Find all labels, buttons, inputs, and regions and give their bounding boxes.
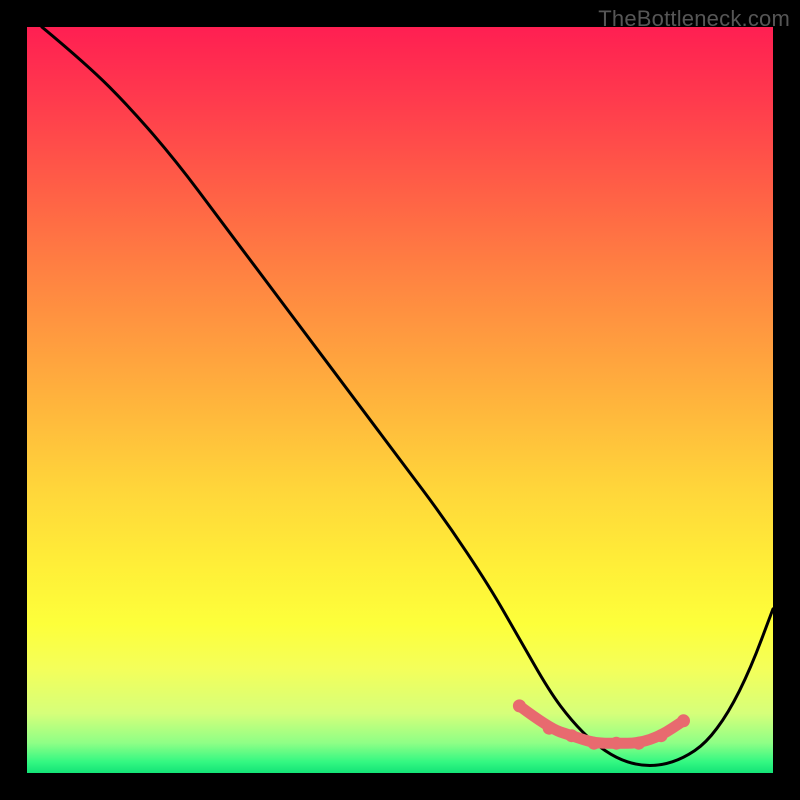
- highlight-marker-dot: [543, 722, 556, 735]
- watermark-text: TheBottleneck.com: [598, 6, 790, 32]
- plot-area: [27, 27, 773, 773]
- highlight-marker-dot: [655, 729, 668, 742]
- highlight-marker-dot: [632, 737, 645, 750]
- highlight-marker-dot: [588, 737, 601, 750]
- highlight-marker-dot: [513, 699, 526, 712]
- chart-svg: [27, 27, 773, 773]
- highlight-marker-dot: [565, 729, 578, 742]
- chart-canvas: TheBottleneck.com: [0, 0, 800, 800]
- highlight-marker-dot: [677, 714, 690, 727]
- highlight-marker-dot: [610, 737, 623, 750]
- bottleneck-curve: [42, 27, 773, 766]
